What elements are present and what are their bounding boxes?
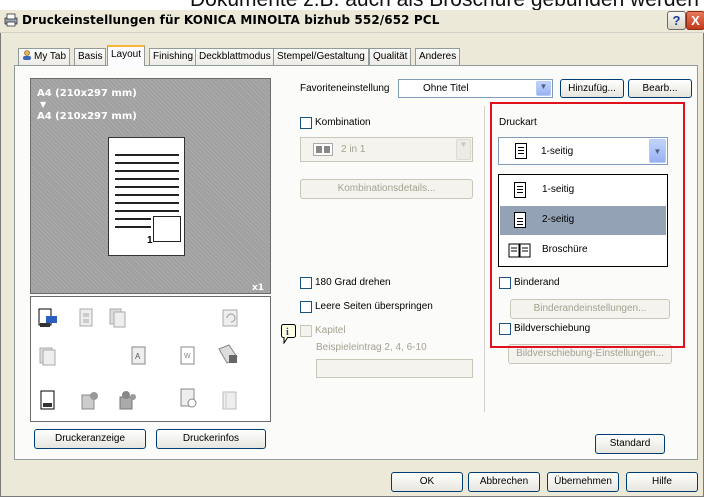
combine-pages-icon[interactable] <box>75 307 97 329</box>
tab-my-tab[interactable]: My Tab <box>18 48 71 65</box>
rotate-page-icon[interactable] <box>219 307 241 329</box>
ok-button[interactable]: OK <box>391 472 463 492</box>
background-document-text: Dokumente z.B. auch als Broschüre gebund… <box>0 0 704 10</box>
kapitel-hint: Beispieleintrag 2, 4, 6-10 <box>316 342 427 353</box>
preview-paper-size: A4 (210x297 mm) <box>37 88 137 99</box>
preview-page: 1 <box>108 137 185 256</box>
druckerinfos-button[interactable]: Druckerinfos <box>156 429 266 449</box>
hinzufuegen-button[interactable]: Hinzufüg... <box>560 79 624 98</box>
skip-blank-pages-label: Leere Seiten überspringen <box>315 301 433 312</box>
kombination-value: 2 in 1 <box>341 144 366 155</box>
preview-copies: x1 <box>252 283 265 293</box>
standard-button[interactable]: Standard <box>595 434 665 454</box>
svg-text:W: W <box>184 353 191 360</box>
tab-label: My Tab <box>34 51 67 62</box>
favorites-select[interactable]: Ohne Titel ▼ <box>398 79 553 98</box>
svg-text:i: i <box>286 327 289 338</box>
skip-blank-pages-checkbox[interactable] <box>300 301 312 313</box>
bearbeiten-button[interactable]: Bearb... <box>628 79 692 98</box>
rotate-180-label: 180 Grad drehen <box>315 277 391 288</box>
preview-arrow: ▼ <box>40 100 47 109</box>
tab-finishing[interactable]: Finishing <box>149 48 198 65</box>
highlight-box <box>490 102 685 348</box>
close-button[interactable]: X <box>686 11 704 30</box>
uebernehmen-button[interactable]: Übernehmen <box>547 472 619 492</box>
preview-output-size: A4 (210x297 mm) <box>37 111 137 122</box>
kombination-checkbox[interactable] <box>300 117 312 129</box>
favorites-value: Ohne Titel <box>423 83 469 94</box>
tab-qualitaet[interactable]: Qualität <box>369 48 412 65</box>
group-settings-icon[interactable] <box>117 389 139 411</box>
favorites-label: Favoriteneinstellung <box>300 83 390 94</box>
kombination-select[interactable]: 2 in 1 ▼ <box>300 137 473 162</box>
stack-pages-icon[interactable] <box>37 345 59 367</box>
title-bar: Druckeinstellungen für KONICA MINOLTA bi… <box>0 10 704 33</box>
document-icon[interactable] <box>37 389 59 411</box>
page-stack-icon[interactable] <box>219 389 241 411</box>
info-icon: i <box>281 324 296 344</box>
chevron-down-icon: ▼ <box>456 139 471 160</box>
kombination-label: Kombination <box>315 117 371 128</box>
druckeranzeige-button[interactable]: Druckeranzeige <box>34 429 146 449</box>
kombinationsdetails-button[interactable]: Kombinationsdetails... <box>300 179 473 199</box>
kapitel-input[interactable] <box>316 359 473 378</box>
help-title-button[interactable]: ? <box>667 11 686 30</box>
kapitel-checkbox[interactable] <box>300 325 312 337</box>
copy-pages-icon[interactable] <box>107 307 129 329</box>
preview-page-number: 1 <box>147 235 153 246</box>
abbrechen-button[interactable]: Abbrechen <box>468 472 540 492</box>
booklet-icon[interactable] <box>217 343 239 365</box>
printer-icon <box>4 13 18 27</box>
tab-anderes[interactable]: Anderes <box>415 48 461 65</box>
user-settings-icon[interactable] <box>79 389 101 411</box>
chevron-down-icon: ▼ <box>536 81 551 96</box>
two-in-one-icon <box>313 143 333 156</box>
tab-deckblattmodus[interactable]: Deckblattmodus <box>195 48 275 65</box>
kapitel-label: Kapitel <box>315 325 346 336</box>
text-page-icon[interactable]: A <box>129 345 151 367</box>
tab-layout[interactable]: Layout <box>107 45 146 66</box>
printer-status-icon[interactable] <box>37 307 59 329</box>
form-page-icon[interactable]: W <box>177 345 199 367</box>
rotate-180-checkbox[interactable] <box>300 277 312 289</box>
window-title: Druckeinstellungen für KONICA MINOLTA bi… <box>22 13 440 27</box>
user-icon <box>23 50 31 60</box>
svg-text:A: A <box>135 352 141 361</box>
function-icon-panel: A W <box>30 296 271 422</box>
hilfe-button[interactable]: Hilfe <box>626 472 698 492</box>
tab-stempel-gestaltung[interactable]: Stempel/Gestaltung <box>273 48 369 65</box>
column-divider <box>484 106 485 412</box>
scheduled-print-icon[interactable] <box>177 387 199 409</box>
tab-basis[interactable]: Basis <box>74 48 107 65</box>
